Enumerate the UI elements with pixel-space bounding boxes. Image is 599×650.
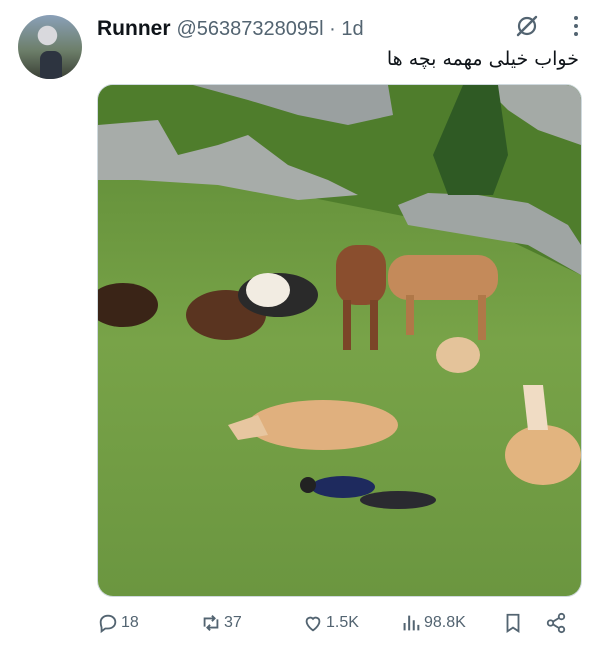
author-handle-and-time[interactable]: @56387328095l · 1d	[177, 18, 364, 41]
like-count: 1.5K	[326, 614, 359, 631]
views-count: 98.8K	[424, 614, 466, 631]
repost-count: 37	[224, 614, 242, 631]
tweet-text: خواب خیلی مهمه بچه ها	[386, 48, 579, 70]
reply-button[interactable]: 18	[97, 612, 139, 634]
share-button[interactable]	[545, 612, 569, 634]
horses-meadow-photo	[98, 85, 581, 596]
reply-icon	[99, 614, 117, 634]
share-icon	[546, 612, 566, 634]
bookmark-button[interactable]	[502, 612, 526, 634]
header-icons	[515, 14, 579, 38]
views-chart-icon	[403, 615, 420, 631]
author-name[interactable]: Runner	[97, 17, 171, 41]
reply-count: 18	[121, 614, 139, 631]
heart-icon	[305, 616, 321, 632]
more-options-icon[interactable]	[573, 15, 579, 37]
tweet-header: Runner @56387328095l · 1d	[97, 14, 579, 44]
like-button[interactable]: 1.5K	[302, 612, 359, 634]
bookmark-icon	[506, 613, 520, 633]
repost-button[interactable]: 37	[200, 612, 242, 634]
tweet-photo[interactable]	[97, 84, 582, 597]
avatar[interactable]	[18, 15, 82, 79]
repost-icon	[203, 615, 219, 631]
views-button[interactable]: 98.8K	[400, 612, 466, 634]
grok-icon[interactable]	[515, 14, 539, 38]
tweet-actions: 18 37 1.5K 98.8K	[97, 610, 575, 638]
